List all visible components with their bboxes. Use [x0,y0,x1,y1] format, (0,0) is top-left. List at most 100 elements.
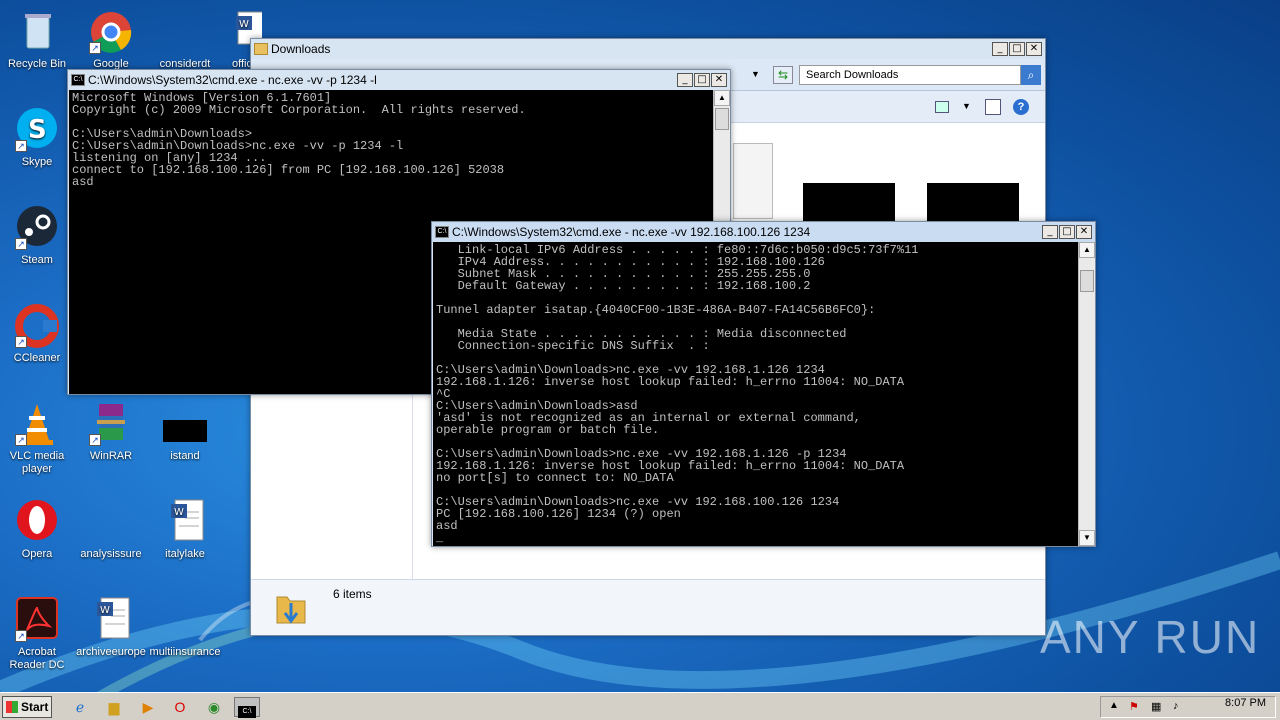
desktop-icon-multiinsurance[interactable]: multiinsurance [148,596,222,659]
console-line: Connection-specific DNS Suffix . : [436,339,710,353]
scroll-up-arrow[interactable]: ▲ [1079,242,1095,258]
desktop-icon-analysissure[interactable]: analysissure [74,498,148,561]
folder-download-icon [275,589,307,625]
cmd-window-client[interactable]: C:\ C:\Windows\System32\cmd.exe - nc.exe… [431,221,1096,547]
refresh-button[interactable]: ⇆ [773,66,793,84]
view-options-icon[interactable] [935,101,949,113]
file-thumbnail[interactable] [733,143,773,219]
explorer-folder-icon[interactable]: ▆ [102,697,126,717]
show-hidden-icons-icon[interactable]: ▲ [1109,700,1119,711]
help-icon[interactable]: ? [1013,99,1029,115]
volume-icon[interactable]: ♪ [1173,700,1179,712]
desktop-icon-opera[interactable]: Opera [0,498,74,561]
console-line: 192.168.1.126: inverse host lookup faile… [436,375,905,389]
explorer-titlebar[interactable]: Downloads _ □ ✕ [251,39,1045,59]
shortcut-arrow-icon: ↗ [15,336,27,348]
desktop-icon-winrar[interactable]: ↗ WinRAR [74,400,148,463]
windows-logo-icon [6,701,18,713]
acrobat-icon: ↗ [13,596,61,644]
console-output[interactable]: Link-local IPv6 Address . . . . . : fe80… [433,242,1078,546]
scroll-up-arrow[interactable]: ▲ [714,90,730,106]
svg-text:W: W [100,605,110,616]
maximize-button[interactable]: □ [1059,225,1075,239]
scroll-thumb[interactable] [715,108,729,130]
preview-pane-icon[interactable] [985,99,1001,115]
desktop-icon-archiveeurope[interactable]: W archiveeurope [74,596,148,659]
desktop-icon-google[interactable]: ↗ Google [74,8,148,71]
cmd1-titlebar[interactable]: C:\ C:\Windows\System32\cmd.exe - nc.exe… [68,70,730,90]
start-button[interactable]: Start [2,696,52,718]
black-file-icon [161,400,209,448]
winrar-icon: ↗ [87,400,135,448]
search-input[interactable]: Search Downloads [799,65,1021,85]
console-line: Copyright (c) 2009 Microsoft Corporation… [72,103,526,117]
desktop-icon-steam[interactable]: ↗ Steam [0,204,74,267]
scroll-thumb[interactable] [1080,270,1094,292]
opera-icon [13,498,61,546]
folder-icon [254,43,268,55]
clock[interactable]: 8:07 PM [1225,697,1266,709]
shortcut-arrow-icon: ↗ [15,238,27,250]
blank-file-icon [161,8,209,56]
cmd-icon: C:\ [71,74,85,86]
media-player-icon[interactable]: ▶ [136,697,160,717]
recycle-bin-icon [13,8,61,56]
close-button[interactable]: ✕ [711,73,727,87]
opera-icon[interactable]: O [168,697,192,717]
desktop-icon-italylake[interactable]: W italylake [148,498,222,561]
window-title: C:\Windows\System32\cmd.exe - nc.exe -vv… [452,225,811,239]
blank-file-icon [161,596,209,644]
desktop-icon-recycle-bin[interactable]: Recycle Bin [0,8,74,71]
chrome-icon: ↗ [87,8,135,56]
ccleaner-icon: ↗ [13,302,61,350]
desktop-icon-considerdt[interactable]: considerdt [148,8,222,71]
chrome-icon[interactable]: ◉ [202,697,226,717]
shortcut-arrow-icon: ↗ [89,434,101,446]
search-icon[interactable]: ⌕ [1021,65,1041,85]
view-dropdown-icon[interactable]: ▼ [962,101,971,111]
skype-icon: S ↗ [13,106,61,154]
console-line: no port[s] to connect to: NO_DATA [436,471,674,485]
svg-text:S: S [28,115,47,145]
console-line: PC [192.168.100.126] 1234 (?) open [436,507,681,521]
minimize-button[interactable]: _ [1042,225,1058,239]
address-dropdown-icon[interactable]: ▼ [751,69,760,79]
vertical-scrollbar[interactable]: ▲ ▼ [1078,242,1095,546]
console-line: Default Gateway . . . . . . . . . : 192.… [436,279,811,293]
ie-icon[interactable]: ℯ [68,697,92,717]
console-line: _ [436,531,444,545]
desktop-icon-ccleaner[interactable]: ↗ CCleaner [0,302,74,365]
close-button[interactable]: ✕ [1076,225,1092,239]
maximize-button[interactable]: □ [694,73,710,87]
action-center-flag-icon[interactable]: ⚑ [1129,700,1139,713]
cmd-icon: C:\ [435,226,449,238]
shortcut-arrow-icon: ↗ [89,42,101,54]
shortcut-arrow-icon: ↗ [15,140,27,152]
console-line: connect to [192.168.100.126] from PC [19… [72,163,505,177]
shortcut-arrow-icon: ↗ [15,434,27,446]
desktop-icon-skype[interactable]: S ↗ Skype [0,106,74,169]
maximize-button[interactable]: □ [1009,42,1025,56]
shortcut-arrow-icon: ↗ [15,630,27,642]
desktop-icon-vlc[interactable]: ↗ VLC media player [0,400,74,476]
desktop-icon-acrobat[interactable]: ↗ Acrobat Reader DC [0,596,74,672]
desktop-icon-istand[interactable]: istand [148,400,222,463]
minimize-button[interactable]: _ [992,42,1008,56]
taskbar: Start ℯ ▆ ▶ O ◉ C:\ ▲ ⚑ ▦ ♪ 8:07 PM [0,692,1280,720]
close-button[interactable]: ✕ [1026,42,1042,56]
scroll-down-arrow[interactable]: ▼ [1079,530,1095,546]
minimize-button[interactable]: _ [677,73,693,87]
cmd2-titlebar[interactable]: C:\ C:\Windows\System32\cmd.exe - nc.exe… [432,222,1095,242]
network-icon[interactable]: ▦ [1151,700,1161,713]
console-line: operable program or batch file. [436,423,660,437]
item-count: 6 items [333,587,372,601]
window-title: C:\Windows\System32\cmd.exe - nc.exe -vv… [88,73,377,87]
console-line: asd [72,175,94,189]
blank-file-icon [87,498,135,546]
cmd-taskbar-icon[interactable]: C:\ [234,697,260,718]
word-document-icon: W [161,498,209,546]
console-line: Tunnel adapter isatap.{4040CF00-1B3E-486… [436,303,876,317]
anyrun-watermark: ANY RUN [1040,611,1261,663]
word-document-icon: W [87,596,135,644]
vlc-cone-icon: ↗ [13,400,61,448]
